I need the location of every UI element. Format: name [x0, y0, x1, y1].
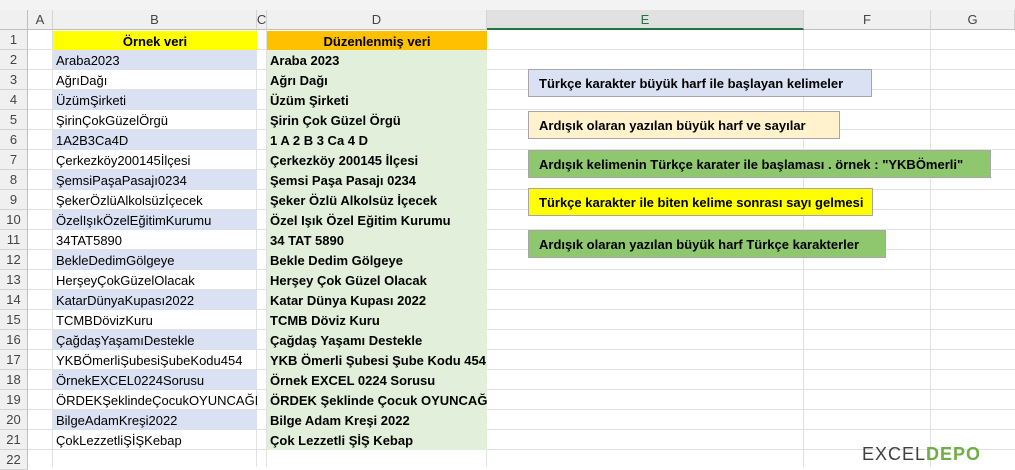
- cell-d[interactable]: 1 A 2 B 3 Ca 4 D: [267, 130, 487, 150]
- logo-text: EXCEL: [862, 444, 927, 464]
- row-header[interactable]: 4: [0, 90, 28, 110]
- cell-b[interactable]: 1A2B3Ca4D: [53, 130, 257, 150]
- row-header[interactable]: 18: [0, 370, 28, 390]
- cell-d[interactable]: Şeker Özlü Alkolsüz İçecek: [267, 190, 487, 210]
- cell-d[interactable]: Bekle Dedim Gölgeye: [267, 250, 487, 270]
- cell-d[interactable]: YKB Ömerli Şubesi Şube Kodu 454: [267, 350, 487, 370]
- exceldepo-logo: EXCELDEPO: [862, 444, 981, 465]
- cell-d[interactable]: Çok Lezzetli ŞİŞ Kebap: [267, 430, 487, 450]
- row-header[interactable]: 5: [0, 110, 28, 130]
- cell-b[interactable]: Çerkezköy200145İlçesi: [53, 150, 257, 170]
- cell-b[interactable]: AğrıDağı: [53, 70, 257, 90]
- row-header[interactable]: 11: [0, 230, 28, 250]
- header-cell-duzenlenmis-veri[interactable]: Düzenlenmiş veri: [267, 31, 487, 51]
- row-header[interactable]: 7: [0, 150, 28, 170]
- cell-d[interactable]: Üzüm Şirketi: [267, 90, 487, 110]
- cell-b[interactable]: ŞekerÖzlüAlkolsüzİçecek: [53, 190, 257, 210]
- row-header[interactable]: 21: [0, 430, 28, 450]
- logo-accent: DEPO: [926, 444, 982, 464]
- select-all-corner[interactable]: [0, 10, 28, 30]
- cell-b[interactable]: BilgeAdamKreşi2022: [53, 410, 257, 430]
- row-header[interactable]: 22: [0, 450, 28, 470]
- note-cream[interactable]: Ardışık olaran yazılan büyük harf ve say…: [528, 111, 840, 139]
- cell-d[interactable]: TCMB Döviz Kuru: [267, 310, 487, 330]
- cell-d[interactable]: Çerkezköy 200145 İlçesi: [267, 150, 487, 170]
- cell-b[interactable]: Araba2023: [53, 50, 257, 70]
- note-blue[interactable]: Türkçe karakter büyük harf ile başlayan …: [528, 69, 872, 97]
- note-green-2[interactable]: Ardışık olaran yazılan büyük harf Türkçe…: [528, 230, 886, 258]
- row-header[interactable]: 16: [0, 330, 28, 350]
- header-cell-ornek-veri[interactable]: Örnek veri: [53, 31, 257, 51]
- row-header[interactable]: 13: [0, 270, 28, 290]
- cell-b[interactable]: KatarDünyaKupası2022: [53, 290, 257, 310]
- row-header[interactable]: 20: [0, 410, 28, 430]
- cell-d[interactable]: 34 TAT 5890: [267, 230, 487, 250]
- column-header-c[interactable]: C: [257, 10, 267, 30]
- row-header[interactable]: 15: [0, 310, 28, 330]
- row-header[interactable]: 10: [0, 210, 28, 230]
- cell-d[interactable]: Katar Dünya Kupası 2022: [267, 290, 487, 310]
- column-header-a[interactable]: A: [28, 10, 53, 30]
- row-header[interactable]: 12: [0, 250, 28, 270]
- top-strip: [0, 0, 1015, 10]
- row-header[interactable]: 1: [0, 30, 28, 50]
- cell-b[interactable]: TCMBDövizKuru: [53, 310, 257, 330]
- column-header-g[interactable]: G: [931, 10, 1015, 30]
- cell-b[interactable]: ŞemsiPaşaPasajı0234: [53, 170, 257, 190]
- cell-b[interactable]: ÇokLezzetliŞİŞKebap: [53, 430, 257, 450]
- cell-b[interactable]: ÜzümŞirketi: [53, 90, 257, 110]
- cell-d[interactable]: Özel Işık Özel Eğitim Kurumu: [267, 210, 487, 230]
- row-header[interactable]: 9: [0, 190, 28, 210]
- gridline: [930, 30, 931, 467]
- cell-b[interactable]: ÖRDEKŞeklindeÇocukOYUNCAĞI: [53, 390, 257, 410]
- row-header[interactable]: 3: [0, 70, 28, 90]
- cell-d[interactable]: Şemsi Paşa Pasajı 0234: [267, 170, 487, 190]
- row-header[interactable]: 19: [0, 390, 28, 410]
- column-header-b[interactable]: B: [53, 10, 257, 30]
- column-header-f[interactable]: F: [804, 10, 931, 30]
- row-header[interactable]: 14: [0, 290, 28, 310]
- cell-b[interactable]: ÖrnekEXCEL0224Sorusu: [53, 370, 257, 390]
- cell-d[interactable]: Bilge Adam Kreşi 2022: [267, 410, 487, 430]
- row-header[interactable]: 8: [0, 170, 28, 190]
- cell-b[interactable]: ÇağdaşYaşamıDestekle: [53, 330, 257, 350]
- note-green[interactable]: Ardışık kelimenin Türkçe karater ile baş…: [528, 150, 991, 178]
- cell-d[interactable]: Şirin Çok Güzel Örgü: [267, 110, 487, 130]
- column-header-d[interactable]: D: [267, 10, 487, 30]
- cell-b[interactable]: YKBÖmerliŞubesiŞubeKodu454: [53, 350, 257, 370]
- column-header-e[interactable]: E: [487, 10, 804, 30]
- row-header[interactable]: 2: [0, 50, 28, 70]
- cell-d[interactable]: Çağdaş Yaşamı Destekle: [267, 330, 487, 350]
- row-header[interactable]: 6: [0, 130, 28, 150]
- cell-b[interactable]: 34TAT5890: [53, 230, 257, 250]
- cell-d[interactable]: Örnek EXCEL 0224 Sorusu: [267, 370, 487, 390]
- cell-d[interactable]: ÖRDEK Şeklinde Çocuk OYUNCAĞI: [267, 390, 487, 410]
- cell-b[interactable]: ÖzelIşıkÖzelEğitimKurumu: [53, 210, 257, 230]
- cell-d[interactable]: Herşey Çok Güzel Olacak: [267, 270, 487, 290]
- cell-b[interactable]: BekleDedimGölgeye: [53, 250, 257, 270]
- cell-d[interactable]: Araba 2023: [267, 50, 487, 70]
- cell-d[interactable]: Ağrı Dağı: [267, 70, 487, 90]
- cell-b[interactable]: ŞirinÇokGüzelÖrgü: [53, 110, 257, 130]
- note-yellow[interactable]: Türkçe karakter ile biten kelime sonrası…: [528, 188, 873, 216]
- cell-b[interactable]: HerşeyÇokGüzelOlacak: [53, 270, 257, 290]
- row-header[interactable]: 17: [0, 350, 28, 370]
